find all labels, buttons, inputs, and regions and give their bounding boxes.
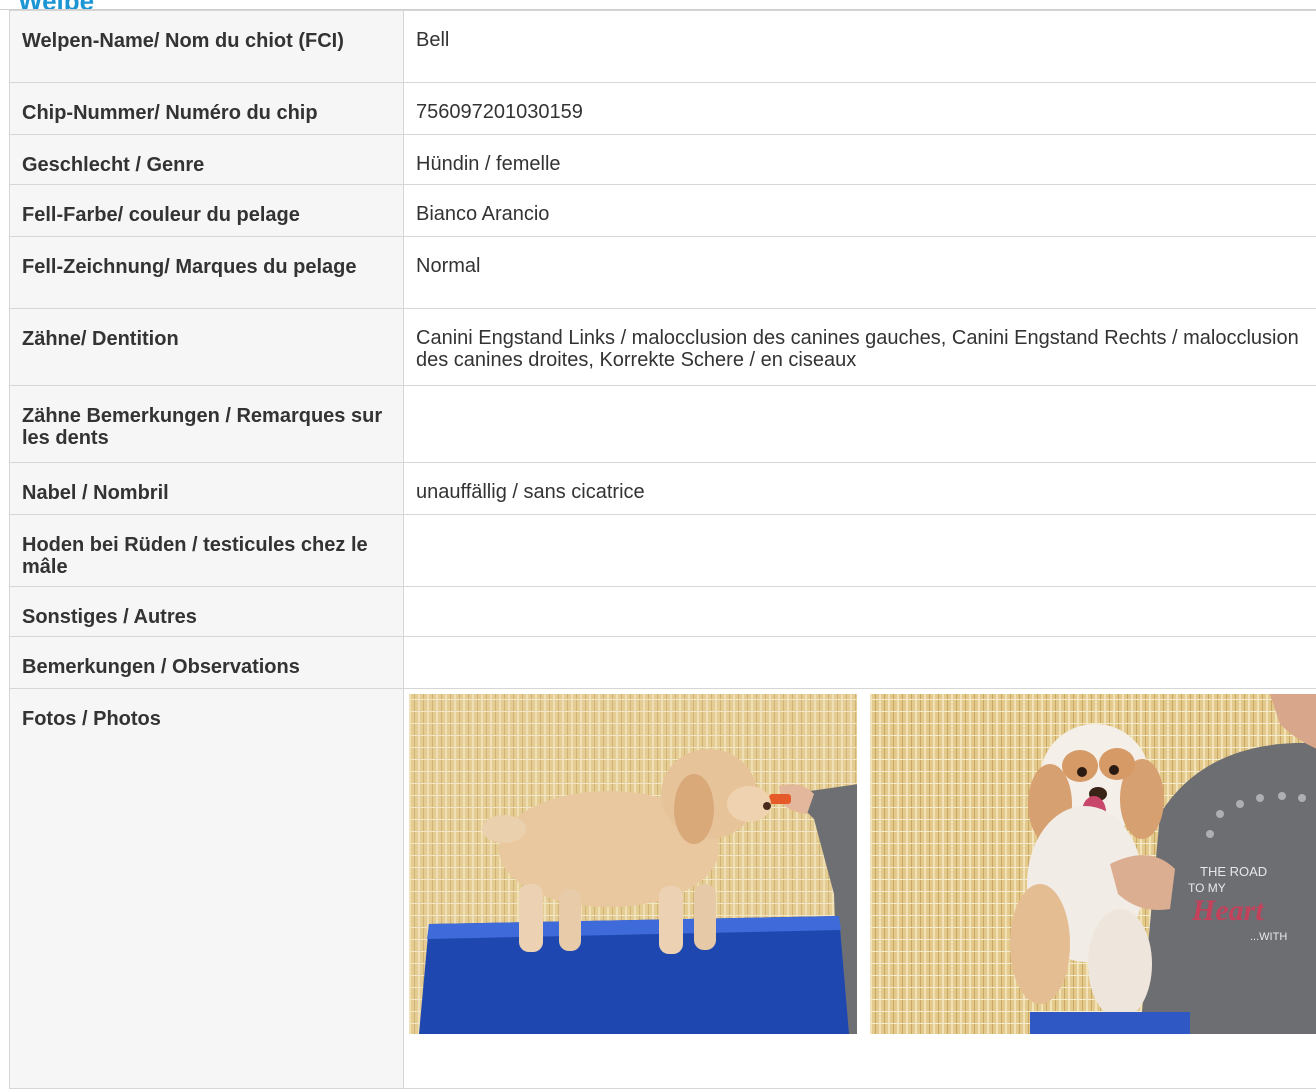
label-chip-number: Chip-Nummer/ Numéro du chip [10, 83, 404, 135]
table-row: Geschlecht / Genre Hündin / femelle [10, 135, 1316, 185]
label-dentition: Zähne/ Dentition [10, 309, 404, 386]
table-row: Fotos / Photos [10, 689, 1316, 1089]
shirt-text-line3: Heart [1191, 894, 1265, 927]
value-other [404, 587, 1316, 637]
value-coat-markings: Normal [404, 237, 1316, 309]
value-dentition: Canini Engstand Links / malocclusion des… [404, 309, 1316, 386]
table-row: Bemerkungen / Observations [10, 637, 1316, 689]
label-puppy-name: Welpen-Name/ Nom du chiot (FCI) [10, 11, 404, 83]
table-row: Welpen-Name/ Nom du chiot (FCI) Bell [10, 11, 1316, 83]
label-other: Sonstiges / Autres [10, 587, 404, 637]
label-coat-markings: Fell-Zeichnung/ Marques du pelage [10, 237, 404, 309]
table-row: Fell-Farbe/ couleur du pelage Bianco Ara… [10, 185, 1316, 237]
shirt-text-line4: ...WITH [1250, 931, 1287, 943]
photos-cell: THE ROAD TO MY Heart ...WITH [404, 689, 1316, 1089]
label-photos: Fotos / Photos [10, 689, 404, 1089]
label-testicles: Hoden bei Rüden / testicules chez le mâl… [10, 515, 404, 587]
value-puppy-name: Bell [404, 11, 1316, 83]
value-sex: Hündin / femelle [404, 135, 1316, 185]
value-navel: unauffällig / sans cicatrice [404, 463, 1316, 515]
puppy-photo-front[interactable]: THE ROAD TO MY Heart ...WITH [870, 694, 1316, 1034]
table-row: Chip-Nummer/ Numéro du chip 756097201030… [10, 83, 1316, 135]
table-row: Hoden bei Rüden / testicules chez le mâl… [10, 515, 1316, 587]
puppy-photo-side[interactable] [409, 694, 857, 1034]
shirt-text-line1: THE ROAD [1200, 864, 1267, 879]
value-teeth-remarks [404, 386, 1316, 463]
value-observations [404, 637, 1316, 689]
table-row: Sonstiges / Autres [10, 587, 1316, 637]
label-navel: Nabel / Nombril [10, 463, 404, 515]
puppy-info-table: Welpen-Name/ Nom du chiot (FCI) Bell Chi… [9, 10, 1316, 1089]
label-coat-color: Fell-Farbe/ couleur du pelage [10, 185, 404, 237]
table-row: Fell-Zeichnung/ Marques du pelage Normal [10, 237, 1316, 309]
table-row: Zähne Bemerkungen / Remarques sur les de… [10, 386, 1316, 463]
label-observations: Bemerkungen / Observations [10, 637, 404, 689]
value-testicles [404, 515, 1316, 587]
value-chip-number: 756097201030159 [404, 83, 1316, 135]
table-row: Zähne/ Dentition Canini Engstand Links /… [10, 309, 1316, 386]
label-teeth-remarks: Zähne Bemerkungen / Remarques sur les de… [10, 386, 404, 463]
value-coat-color: Bianco Arancio [404, 185, 1316, 237]
shirt-text-line2: TO MY [1188, 881, 1226, 895]
label-sex: Geschlecht / Genre [10, 135, 404, 185]
table-row: Nabel / Nombril unauffällig / sans cicat… [10, 463, 1316, 515]
